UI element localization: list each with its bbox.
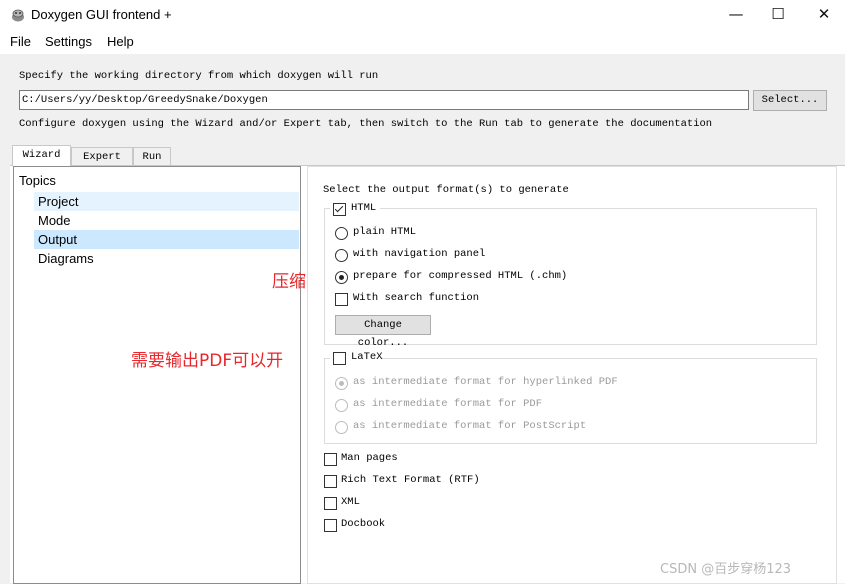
- topic-diagrams[interactable]: Diagrams: [34, 249, 299, 268]
- radio-compressed-html[interactable]: [335, 271, 348, 284]
- latex-checkbox[interactable]: [333, 352, 346, 365]
- radio-hyperlinked-pdf-label: as intermediate format for hyperlinked P…: [353, 376, 618, 388]
- search-function-label: With search function: [353, 292, 480, 304]
- menu-file[interactable]: File: [10, 34, 31, 49]
- docbook-label: Docbook: [341, 518, 386, 530]
- topics-list: Topics Project Mode Output Diagrams: [13, 166, 301, 584]
- csdn-watermark: CSDN @百步穿杨123: [660, 562, 792, 577]
- xml-checkbox[interactable]: [324, 497, 337, 510]
- window-title: Doxygen GUI frontend +: [31, 7, 172, 22]
- man-pages-checkbox[interactable]: [324, 453, 337, 466]
- html-checkbox[interactable]: [333, 203, 346, 216]
- tab-run[interactable]: Run: [133, 147, 171, 165]
- radio-postscript-label: as intermediate format for PostScript: [353, 420, 587, 432]
- menu-bar: File Settings Help: [0, 30, 845, 54]
- topics-title: Topics: [19, 173, 56, 188]
- latex-label: LaTeX: [351, 351, 383, 363]
- rtf-label: Rich Text Format (RTF): [341, 474, 480, 486]
- annotation-compress: 压缩: [272, 272, 306, 292]
- tab-expert[interactable]: Expert: [71, 147, 133, 165]
- radio-hyperlinked-pdf[interactable]: [335, 377, 348, 390]
- radio-plain-html-label: plain HTML: [353, 226, 417, 238]
- radio-pdf[interactable]: [335, 399, 348, 412]
- menu-help[interactable]: Help: [107, 34, 134, 49]
- radio-plain-html[interactable]: [335, 227, 348, 240]
- workdir-path-input[interactable]: [19, 90, 749, 110]
- workdir-label: Specify the working directory from which…: [19, 70, 379, 82]
- maximize-button[interactable]: ☐: [755, 0, 801, 30]
- select-dir-button[interactable]: Select...: [753, 90, 827, 111]
- doxygen-app-icon: [12, 9, 24, 22]
- man-pages-label: Man pages: [341, 452, 398, 464]
- rtf-checkbox[interactable]: [324, 475, 337, 488]
- change-color-button[interactable]: Change color...: [335, 315, 431, 349]
- annotation-pdf: 需要输出PDF可以开: [131, 351, 284, 371]
- radio-navigation-panel[interactable]: [335, 249, 348, 262]
- title-bar: Doxygen GUI frontend + — ☐ ✕: [0, 0, 845, 30]
- search-function-checkbox[interactable]: [335, 293, 348, 306]
- xml-label: XML: [341, 496, 360, 508]
- instructions-text: Configure doxygen using the Wizard and/o…: [19, 118, 713, 130]
- topic-output[interactable]: Output: [34, 230, 299, 249]
- topic-project[interactable]: Project: [34, 192, 299, 211]
- output-heading: Select the output format(s) to generate: [323, 184, 569, 196]
- minimize-button[interactable]: —: [713, 0, 759, 30]
- docbook-checkbox[interactable]: [324, 519, 337, 532]
- radio-pdf-label: as intermediate format for PDF: [353, 398, 543, 410]
- radio-postscript[interactable]: [335, 421, 348, 434]
- menu-settings[interactable]: Settings: [45, 34, 92, 49]
- radio-compressed-html-label: prepare for compressed HTML (.chm): [353, 270, 568, 282]
- topic-mode[interactable]: Mode: [34, 211, 299, 230]
- html-label: HTML: [351, 202, 377, 214]
- close-button[interactable]: ✕: [801, 0, 845, 30]
- radio-navigation-panel-label: with navigation panel: [353, 248, 486, 260]
- tab-wizard[interactable]: Wizard: [12, 145, 71, 166]
